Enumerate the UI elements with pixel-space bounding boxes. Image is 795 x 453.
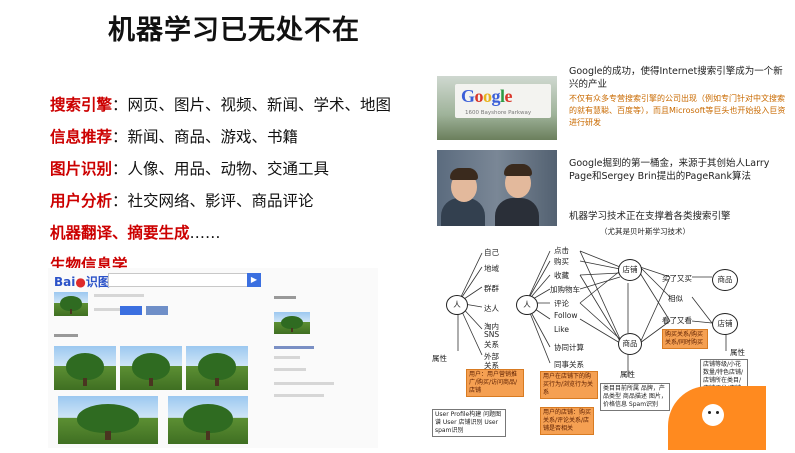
mid-item: 评论 (554, 299, 569, 308)
left-item: 地域 (484, 264, 499, 273)
section-label (54, 334, 78, 337)
purchase-relation-box: 购买关系/购买关系/同时购买 (662, 329, 708, 349)
mascot-head (702, 404, 724, 426)
upload-button[interactable] (146, 306, 168, 315)
related-image[interactable] (274, 312, 310, 334)
logo-suffix: 识图 (85, 275, 110, 289)
text-line (274, 356, 300, 359)
goods-node-right: 商品 (712, 269, 738, 291)
person-hair (450, 168, 478, 180)
mid-item: 点击 (554, 246, 569, 255)
pagerank-text: Google掘到的第一桶金，来源于其创始人Larry Page和Sergey B… (569, 158, 770, 182)
shop-node-right: 店铺 (712, 313, 738, 335)
user-node: 人 (446, 295, 468, 315)
left-item: 关系 (484, 340, 499, 349)
left-item: SNS (484, 330, 500, 339)
mid-item: 协同计算 (554, 343, 584, 352)
person-hair (504, 164, 532, 176)
attribute-label: 属性 (620, 370, 635, 379)
search-industry-note: 不仅有众多专营搜索引擎的公司出现（例如专门针对中文搜索的就有慧聪、百度等），而且… (569, 94, 786, 127)
bullet-recommendation: 信息推荐：新闻、商品、游戏、书籍 (50, 124, 391, 156)
sign-address: 1600 Bayshore Parkway (465, 110, 532, 116)
result-image[interactable] (120, 346, 182, 390)
query-image (54, 292, 88, 316)
user-node: 人 (516, 295, 538, 315)
relation-item: 买了又买 (662, 274, 692, 283)
ml-support-text: 机器学习技术正在支撑着各类搜索引擎 (569, 211, 731, 222)
left-item: 达人 (484, 304, 499, 313)
mid-item: 收藏 (554, 271, 569, 280)
slide-title: 机器学习已无处不在 (108, 15, 360, 46)
bullet-label: 机器翻译、摘要生成 (50, 224, 190, 242)
mid-item: 同事关系 (554, 360, 584, 369)
shop-node: 店铺 (618, 259, 642, 281)
bullet-list: 搜索引擎：网页、图片、视频、新闻、学术、地图 信息推荐：新闻、商品、游戏、书籍 … (50, 92, 391, 284)
mid-item: 加购物车 (550, 285, 580, 294)
bullet-search-engine: 搜索引擎：网页、图片、视频、新闻、学术、地图 (50, 92, 391, 124)
result-image[interactable] (186, 346, 248, 390)
logo-text: Bai (54, 275, 76, 289)
bullet-translation: 机器翻译、摘要生成…… (50, 220, 391, 252)
mid-item: Like (554, 325, 569, 334)
goods-node: 商品 (618, 333, 642, 355)
mid-item: 购买 (554, 257, 569, 266)
shop-relation-box: 用户的店铺：购买关系/评论关系/店铺是否相关 (540, 407, 594, 435)
bullet-text: …… (189, 224, 221, 242)
goods-attribute-box: 类目目前所属 品牌，产品类型 商品描述 图片，价格信息 Spam识别 (600, 383, 670, 411)
mid-item: Follow (554, 311, 578, 320)
baidu-logo: Bai●识图 (54, 273, 110, 290)
founders-photo (437, 150, 557, 226)
mascot-icon (668, 386, 766, 450)
image-search-screenshot: Bai●识图 ▶ (48, 268, 378, 448)
left-item: 群群 (484, 284, 499, 293)
related-title (274, 296, 296, 299)
bullet-user-analysis: 用户分析：社交网络、影评、商品评论 (50, 188, 391, 220)
relation-item: 看了又看 (662, 316, 692, 325)
text-line (274, 368, 306, 371)
behavior-box: 用户在店铺下的购买行为/浏览行为关系 (540, 371, 598, 399)
paw-icon: ● (75, 275, 86, 289)
bullet-label: 图片识别 (50, 160, 113, 178)
result-image[interactable] (54, 346, 116, 390)
attribute-label: 属性 (432, 354, 447, 363)
bullet-image-recognition: 图片识别：人像、用品、动物、交通工具 (50, 156, 391, 188)
person-shirt (441, 198, 485, 226)
bullet-text: ：新闻、商品、游戏、书籍 (112, 128, 299, 146)
attribute-label: 属性 (730, 348, 745, 357)
text-line (274, 382, 334, 385)
person-shirt (495, 198, 539, 226)
left-item: 自己 (484, 248, 499, 257)
google-logo: Google (461, 86, 513, 106)
bullet-label: 搜索引擎 (50, 96, 113, 114)
bayesian-note: （尤其是贝叶斯学习技术） (600, 227, 690, 236)
user-attribute-box: 用户：用户营销推广/购买/访问商品/店铺 (466, 369, 524, 397)
bullet-text: ：网页、图片、视频、新闻、学术、地图 (112, 96, 392, 114)
text-line (274, 394, 324, 397)
search-button[interactable] (120, 306, 142, 315)
mascot-eye (708, 411, 711, 414)
camera-icon[interactable]: ▶ (247, 273, 261, 287)
bullet-label: 用户分析 (50, 192, 113, 210)
result-image[interactable] (168, 396, 248, 444)
google-sign-photo: Google 1600 Bayshore Parkway (437, 76, 557, 140)
result-image[interactable] (58, 396, 158, 444)
search-input[interactable] (108, 273, 248, 287)
related-link[interactable] (274, 346, 314, 349)
mascot-eye (716, 411, 719, 414)
bullet-label: 信息推荐 (50, 128, 113, 146)
relation-item: 相似 (668, 294, 683, 303)
text-line (94, 294, 144, 297)
google-success-text: Google的成功，使得Internet搜索引擎成为一个新兴的产业 (569, 66, 783, 90)
bullet-text: ：人像、用品、动物、交通工具 (112, 160, 330, 178)
user-profile-box: User Profile构建 问题图谱 User 店铺识别 User spam识… (432, 409, 506, 437)
bullet-text: ：社交网络、影评、商品评论 (112, 192, 314, 210)
